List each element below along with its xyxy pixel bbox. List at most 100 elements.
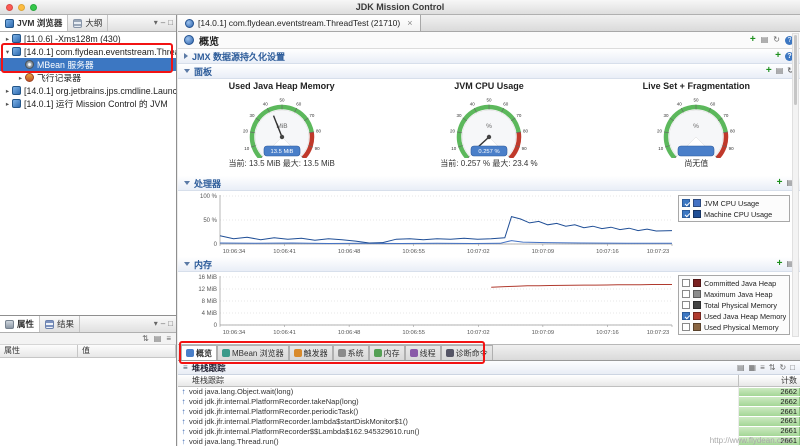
collapse-icon[interactable]: ▾ [3, 48, 12, 56]
legend-item-total-physical[interactable]: Total Physical Memory [682, 300, 786, 310]
tab-threads[interactable]: 线程 [405, 345, 441, 360]
stacktrace-row[interactable]: ↑ void jdk.jfr.internal.PlatformRecorder… [178, 426, 800, 436]
threads-tab-icon [410, 349, 418, 357]
section-title: JMX 数据源持久化设置 [192, 50, 285, 63]
maximize-view-icon[interactable]: □ [790, 364, 795, 372]
collapse-section-icon[interactable] [184, 181, 190, 185]
tab-system[interactable]: 系统 [333, 345, 369, 360]
add-series-icon[interactable]: + [777, 178, 783, 188]
stacktrace-row[interactable]: ↑ void java.lang.Object.wait(long) 2662 [178, 387, 800, 397]
title-bar: JDK Mission Control [0, 0, 800, 15]
tab-jvm-browser[interactable]: JVM 浏览器 [0, 15, 68, 31]
checkbox-icon[interactable] [682, 323, 690, 331]
close-window-button[interactable] [6, 4, 13, 11]
stacktrace-row[interactable]: ↑ void jdk.jfr.internal.PlatformRecorder… [178, 407, 800, 417]
expand-icon[interactable]: ▸ [16, 74, 25, 82]
section-jmx-settings[interactable]: JMX 数据源持久化设置 + ? [178, 49, 800, 64]
tree-view-icon[interactable]: ▦ [749, 364, 757, 372]
column-header-stacktrace[interactable]: 堆栈跟踪 [178, 375, 738, 386]
add-chart-icon[interactable]: + [750, 35, 756, 45]
stacktrace-header: ≡ 堆栈跟踪 ▤ ▦ ≡ ⇅ ↻ □ [178, 361, 800, 375]
add-gauge-icon[interactable]: + [766, 66, 772, 76]
svg-text:10:06:34: 10:06:34 [223, 330, 246, 336]
column-header-count[interactable]: 计数 [738, 375, 800, 386]
legend-item-machine-cpu[interactable]: Machine CPU Usage [682, 209, 786, 219]
refresh-icon[interactable]: ↻ [779, 364, 786, 372]
section-processor[interactable]: 处理器 + ▤ [178, 176, 800, 191]
sort-icon[interactable]: ⇅ [142, 335, 149, 343]
tree-item-jvm-11[interactable]: ▸ [11.0.6] -Xms128m (430) [0, 32, 176, 45]
column-header-value[interactable]: 值 [78, 345, 176, 357]
tab-properties[interactable]: 属性 [0, 316, 40, 332]
close-tab-icon[interactable]: × [407, 18, 412, 28]
tab-memory[interactable]: 内存 [369, 345, 405, 360]
checkbox-icon[interactable] [682, 210, 690, 218]
editor-tab-threadtest[interactable]: [14.0.1] com.flydean.eventstream.ThreadT… [178, 15, 421, 31]
checkbox-icon[interactable] [682, 279, 690, 287]
stacktrace-row[interactable]: ↑ void jdk.jfr.internal.PlatformRecorder… [178, 416, 800, 426]
view-menu-icon[interactable]: ▾ [154, 320, 158, 328]
checkbox-icon[interactable] [682, 301, 690, 309]
svg-text:60: 60 [503, 102, 509, 107]
legend-item-used-physical[interactable]: Used Physical Memory [682, 322, 786, 332]
tree-item-threadtest[interactable]: ▾ [14.0.1] com.flydean.eventstream.Threa… [0, 45, 176, 58]
checkbox-icon[interactable] [682, 199, 690, 207]
minimize-view-icon[interactable]: – [161, 19, 165, 27]
tab-outline[interactable]: 大纲 [68, 15, 108, 31]
column-header-property[interactable]: 属性 [0, 345, 78, 357]
menu-icon[interactable]: ≡ [166, 335, 171, 343]
legend-label: Maximum Java Heap [704, 290, 773, 299]
collapse-section-icon[interactable] [184, 69, 190, 73]
frame-arrow-icon: ↑ [178, 407, 189, 416]
tree-item-mbean-server[interactable]: MBean 服务器 [0, 58, 176, 71]
expand-icon[interactable]: ▸ [3, 100, 12, 108]
table-mode-icon[interactable]: ▤ [154, 335, 162, 343]
minimize-window-button[interactable] [18, 4, 25, 11]
legend-item-used-heap[interactable]: Used Java Heap Memory [682, 311, 786, 321]
stacktrace-row[interactable]: ↑ void java.lang.Thread.run() 2661 [178, 436, 800, 446]
checkbox-icon[interactable] [682, 290, 690, 298]
color-swatch [693, 323, 701, 331]
tab-triggers[interactable]: 触发器 [289, 345, 333, 360]
vertical-scrollbar[interactable] [792, 33, 799, 337]
tab-mbean-browser[interactable]: MBean 浏览器 [217, 345, 289, 360]
section-title: 处理器 [194, 177, 221, 190]
expand-section-icon[interactable] [184, 53, 188, 59]
group-icon[interactable]: ≡ [760, 364, 765, 372]
checkbox-icon[interactable] [682, 312, 690, 320]
minimize-view-icon[interactable]: – [161, 320, 165, 328]
legend-item-jvm-cpu[interactable]: JVM CPU Usage [682, 198, 786, 208]
tree-item-label: [14.0.1] com.flydean.eventstream.ThreadT… [24, 47, 176, 57]
edit-icon[interactable]: ▤ [776, 67, 784, 75]
add-icon[interactable]: + [775, 51, 781, 61]
section-memory[interactable]: 内存 + ▤ [178, 257, 800, 272]
jvm-browser-icon [5, 19, 14, 28]
sort-icon[interactable]: ⇅ [769, 364, 776, 372]
zoom-window-button[interactable] [30, 4, 37, 11]
tree-item-launcher[interactable]: ▸ [14.0.1] org.jetbrains.jps.cmdline.Lau… [0, 84, 176, 97]
table-view-icon[interactable]: ▤ [737, 364, 745, 372]
expand-icon[interactable]: ▸ [3, 87, 12, 95]
window-title: JDK Mission Control [0, 0, 800, 14]
legend-item-committed-heap[interactable]: Committed Java Heap [682, 278, 786, 288]
layout-icon[interactable]: ▤ [761, 36, 769, 44]
tab-results[interactable]: 结果 [40, 316, 80, 332]
legend-item-max-heap[interactable]: Maximum Java Heap [682, 289, 786, 299]
collapse-section-icon[interactable] [184, 262, 190, 266]
tab-overview[interactable]: 概览 [181, 345, 217, 360]
expand-icon[interactable]: ▸ [3, 35, 12, 43]
tab-diagnostic-commands[interactable]: 诊断命令 [441, 345, 493, 360]
color-swatch [693, 312, 701, 320]
scrollbar-thumb[interactable] [794, 35, 797, 105]
svg-text:10: 10 [244, 146, 250, 151]
section-dashboard[interactable]: 面板 + ▤ ↻ [178, 64, 800, 79]
refresh-icon[interactable]: ↻ [773, 36, 780, 44]
add-series-icon[interactable]: + [777, 259, 783, 269]
maximize-view-icon[interactable]: □ [168, 320, 173, 328]
tree-item-mission-control-jvm[interactable]: ▸ [14.0.1] 运行 Mission Control 的 JVM [0, 97, 176, 110]
view-menu-icon[interactable]: ▾ [154, 19, 158, 27]
stacktrace-row[interactable]: ↑ void jdk.jfr.internal.PlatformRecorder… [178, 397, 800, 407]
tree-item-flight-recorder[interactable]: ▸ 飞行记录器 [0, 71, 176, 84]
page-title: 概览 [199, 33, 219, 48]
maximize-view-icon[interactable]: □ [168, 19, 173, 27]
